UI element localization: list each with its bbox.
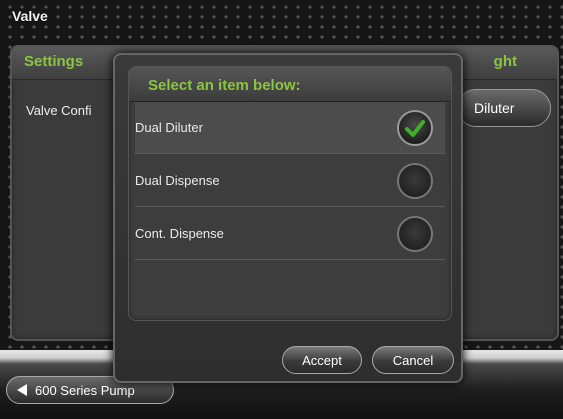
- option-label: Dual Diluter: [135, 120, 203, 135]
- valve-config-label: Valve Confi: [26, 103, 92, 118]
- valve-config-button[interactable]: Diluter: [457, 89, 551, 127]
- back-arrow-icon: [17, 384, 27, 396]
- window-title: Valve: [12, 8, 48, 24]
- option-dual-dispense[interactable]: Dual Dispense: [135, 155, 445, 207]
- checkmark-radio-icon[interactable]: [397, 110, 433, 146]
- option-list-header: Select an item below:: [129, 67, 451, 102]
- cancel-button[interactable]: Cancel: [372, 346, 454, 374]
- option-label: Dual Dispense: [135, 173, 220, 188]
- option-list: Select an item below: Dual Diluter Dual …: [128, 66, 452, 321]
- option-label: Cont. Dispense: [135, 226, 224, 241]
- option-dual-diluter[interactable]: Dual Diluter: [135, 102, 445, 154]
- select-item-dialog: Select an item below: Dual Diluter Dual …: [113, 53, 463, 383]
- radio-circle-icon[interactable]: [397, 216, 433, 252]
- dialog-prompt: Select an item below:: [148, 77, 301, 94]
- radio-circle-icon[interactable]: [397, 163, 433, 199]
- screen-background: Valve Settings ght Valve Confi Diluter 6…: [0, 0, 563, 419]
- back-button-label: 600 Series Pump: [35, 382, 135, 398]
- settings-header-label: Settings: [24, 53, 84, 70]
- right-header-label: ght: [493, 53, 517, 70]
- option-cont-dispense[interactable]: Cont. Dispense: [135, 208, 445, 260]
- accept-button[interactable]: Accept: [282, 346, 362, 374]
